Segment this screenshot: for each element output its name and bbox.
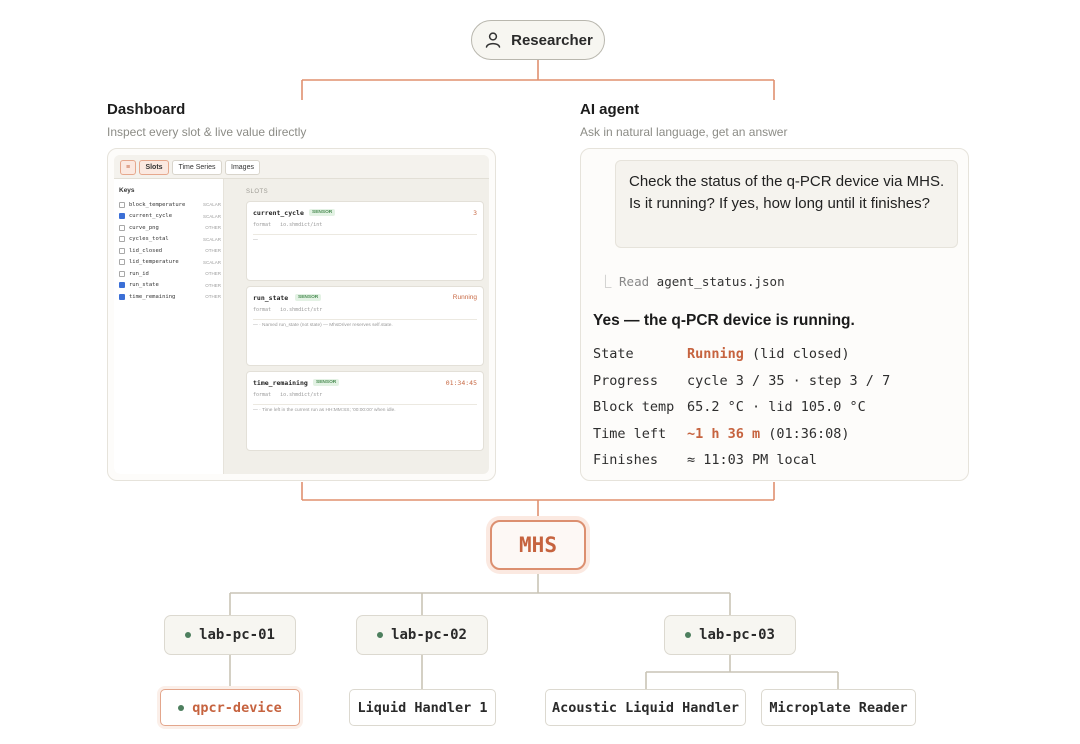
tree-branch-icon: ⎿ xyxy=(599,274,620,289)
key-row[interactable]: cycles_total SCALAR xyxy=(119,234,221,245)
slot-divider xyxy=(253,319,477,320)
mhs-hub: MHS xyxy=(490,520,586,570)
lab-pc-node: lab-pc-01 xyxy=(164,615,296,655)
key-row[interactable]: run_state OTHER xyxy=(119,280,221,291)
sensor-badge: SENSOR xyxy=(295,294,322,301)
tab-time-series[interactable]: Time Series xyxy=(172,160,222,175)
slot-divider xyxy=(253,404,477,405)
key-row[interactable]: lid_closed OTHER xyxy=(119,245,221,256)
person-icon xyxy=(485,32,501,48)
key-checkbox[interactable] xyxy=(119,270,125,277)
key-row[interactable]: block_temperature SCALAR xyxy=(119,199,221,210)
slot-name: time_remaining xyxy=(253,379,308,387)
key-row[interactable]: lid_temperature SCALAR xyxy=(119,257,221,268)
device-node: Liquid Handler 1 xyxy=(349,689,496,726)
status-row: Block temp 65.2 °C · lid 105.0 °C xyxy=(593,399,866,415)
user-question-bubble: Check the status of the q-PCR device via… xyxy=(615,160,958,248)
lab-pc-node: lab-pc-03 xyxy=(664,615,796,655)
agent-panel: Check the status of the q-PCR device via… xyxy=(580,148,969,481)
key-checkbox[interactable] xyxy=(119,236,125,242)
sensor-badge: SENSOR xyxy=(313,379,340,386)
slot-note: — xyxy=(253,238,258,243)
tab-slots[interactable]: Slots xyxy=(139,160,169,175)
slot-card: run_state SENSOR Running format io.shmdi… xyxy=(246,286,484,366)
dashboard-toolbar: ≡ Slots Time Series Images xyxy=(114,155,489,179)
slot-value: 3 xyxy=(473,209,477,217)
slot-name: current_cycle xyxy=(253,209,304,217)
slot-note: — · Named run_state (not state) — MhsDri… xyxy=(253,323,393,328)
slot-value: Running xyxy=(452,294,477,301)
key-row[interactable]: time_remaining OTHER xyxy=(119,291,221,302)
key-row[interactable]: curve_png OTHER xyxy=(119,222,221,233)
keys-heading: Keys xyxy=(119,187,135,194)
key-checkbox[interactable] xyxy=(119,247,125,254)
status-dot-icon xyxy=(185,632,192,638)
key-row[interactable]: run_id OTHER xyxy=(119,268,221,279)
status-row: Time left ~1 h 36 m (01:36:08) xyxy=(593,425,850,442)
slot-divider xyxy=(253,234,477,235)
slot-value: 01:34:45 xyxy=(445,379,477,387)
researcher-node: Researcher xyxy=(471,20,605,60)
keys-sidebar: Keys block_temperature SCALAR current_cyc… xyxy=(114,179,224,474)
status-dot-icon xyxy=(178,704,185,711)
status-row: Finishes ≈ 11:03 PM local xyxy=(593,452,818,468)
key-checkbox[interactable] xyxy=(119,259,125,265)
slots-heading: SLOTS xyxy=(246,189,269,195)
key-checkbox[interactable] xyxy=(119,213,125,219)
agent-subtitle: Ask in natural language, get an answer xyxy=(580,125,788,139)
slot-card: current_cycle SENSOR 3 format io.shmdict… xyxy=(246,201,484,281)
lab-pc-node: lab-pc-02 xyxy=(356,615,488,655)
status-row: State Running (lid closed) xyxy=(593,346,850,362)
dashboard-panel: ≡ Slots Time Series Images Keys block_te… xyxy=(107,148,496,481)
sensor-badge: SENSOR xyxy=(309,209,336,216)
key-row[interactable]: current_cycle SCALAR xyxy=(119,211,221,222)
device-node: Acoustic Liquid Handler xyxy=(545,689,746,726)
key-checkbox[interactable] xyxy=(119,224,125,231)
slot-format: format io.shmdict/str xyxy=(253,307,323,313)
dashboard-screenshot: ≡ Slots Time Series Images Keys block_te… xyxy=(114,155,489,474)
device-node-qpcr: qpcr-device xyxy=(160,689,300,726)
key-checkbox[interactable] xyxy=(119,201,125,208)
status-dot-icon xyxy=(685,632,692,638)
slot-name: run_state xyxy=(253,294,289,302)
dashboard-title: Dashboard xyxy=(107,101,186,118)
dashboard-subtitle: Inspect every slot & live value directly xyxy=(107,125,307,139)
researcher-label: Researcher xyxy=(511,31,593,49)
answer-heading: Yes — the q-PCR device is running. xyxy=(593,312,855,329)
slot-format: format io.shmdict/int xyxy=(253,222,323,228)
agent-title: AI agent xyxy=(580,101,640,118)
key-checkbox[interactable] xyxy=(119,282,125,288)
tool-read-line: ⎿ Read agent_status.json xyxy=(599,274,785,289)
slot-format: format io.shmdict/str xyxy=(253,392,323,398)
status-row: Progress cycle 3 / 35 · step 3 / 7 xyxy=(593,372,891,389)
tab-images[interactable]: Images xyxy=(225,160,260,175)
status-dot-icon xyxy=(377,632,384,638)
slot-note: — · Time left in the current run as HH:M… xyxy=(253,408,396,413)
key-checkbox[interactable] xyxy=(119,293,125,300)
dashboard-menu-button[interactable]: ≡ xyxy=(120,160,136,175)
slot-card: time_remaining SENSOR 01:34:45 format io… xyxy=(246,371,484,451)
device-node: Microplate Reader xyxy=(761,689,916,726)
